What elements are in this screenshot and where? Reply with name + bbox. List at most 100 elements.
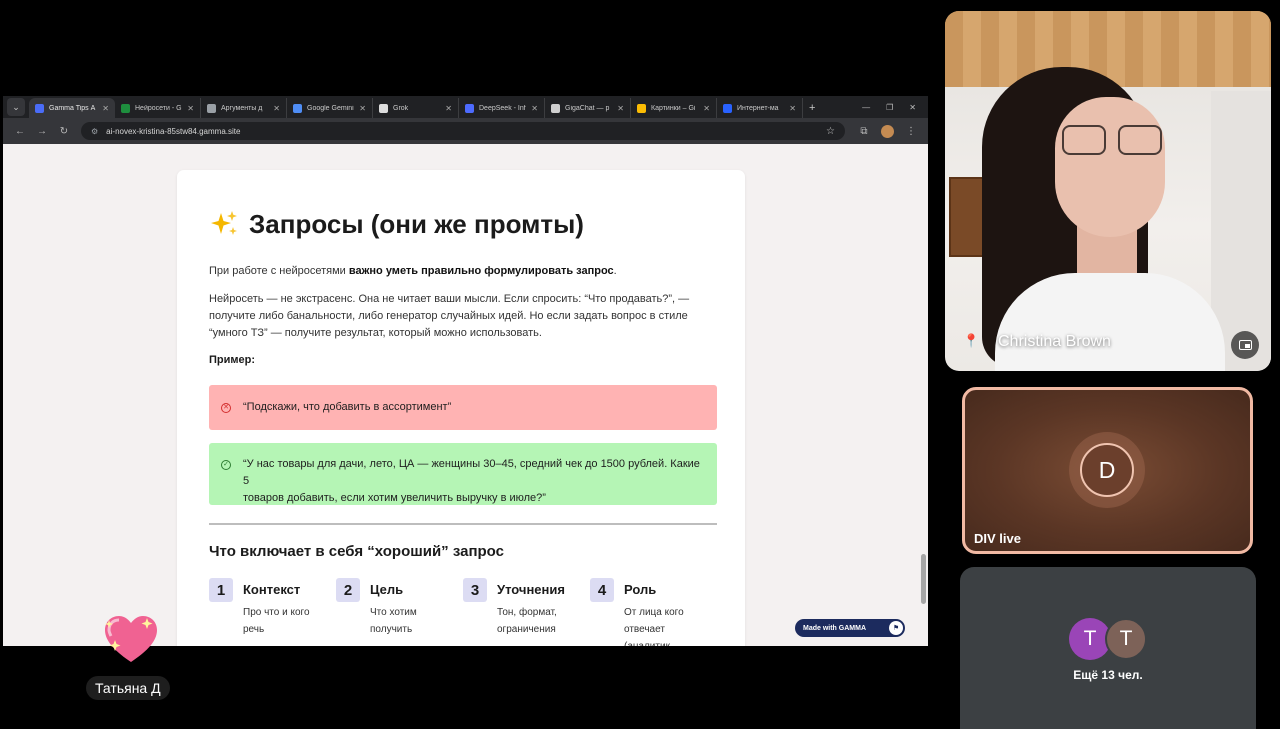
desc-line: отвечает	[624, 624, 665, 635]
tab-search-button[interactable]: ⌄	[7, 98, 25, 116]
intro-end-text: .	[613, 265, 617, 277]
paragraph-line: Нейросеть — не экстрасенс. Она не читает…	[209, 293, 690, 305]
close-tab-icon[interactable]: ✕	[617, 104, 624, 113]
component-item: 2 Цель Что хотим получить	[336, 578, 463, 646]
new-tab-button[interactable]: +	[809, 102, 815, 114]
globe-icon	[207, 103, 216, 113]
intro-bold-text: важно уметь правильно формулировать запр…	[348, 265, 614, 277]
error-circle-icon: ✕	[221, 402, 231, 413]
divider	[209, 523, 717, 525]
item-title: Контекст	[243, 582, 301, 597]
page-viewport[interactable]: Запросы (они же промты) При работе с ней…	[3, 144, 928, 646]
browser-tab[interactable]: Аргументы д ✕	[201, 98, 287, 118]
forward-icon[interactable]: →	[31, 126, 53, 137]
deepseek-icon	[465, 103, 474, 113]
grok-icon	[379, 103, 388, 113]
example-label: Пример:	[209, 354, 256, 366]
participant-video	[995, 273, 1225, 371]
close-tab-icon[interactable]: ✕	[273, 104, 280, 113]
browser-tab[interactable]: DeepSeek - Inf ✕	[459, 98, 545, 118]
made-with-gamma-badge[interactable]: Made with GAMMA ⚑	[795, 619, 905, 637]
close-tab-icon[interactable]: ✕	[102, 104, 109, 113]
sheets-icon	[121, 103, 130, 113]
tab-title: Grok	[393, 104, 409, 112]
intro-paragraph: При работе с нейросетями важно уметь пра…	[209, 263, 717, 280]
tab-title: GigaChat — р	[565, 104, 610, 112]
item-title: Роль	[624, 582, 657, 597]
made-with-text: Made with GAMMA	[803, 624, 866, 632]
participant-name: Christina Brown	[998, 333, 1111, 350]
minimize-icon[interactable]: —	[862, 103, 870, 112]
participant-name: DIV live	[974, 531, 1021, 546]
browser-tab[interactable]: Интернет-ма ✕	[717, 98, 803, 118]
gemini-icon	[293, 103, 302, 113]
browser-tab[interactable]: Картинки – Gi ✕	[631, 98, 717, 118]
item-number: 3	[463, 578, 487, 602]
page-scrollbar[interactable]	[921, 554, 926, 604]
slide-card: Запросы (они же промты) При работе с ней…	[177, 170, 745, 646]
close-tab-icon[interactable]: ✕	[445, 104, 452, 113]
sparkles-icon	[211, 211, 237, 235]
shared-browser-window: ⌄ Gamma Tips А ✕ Нейросети - G ✕ Аргументы д…	[3, 96, 928, 646]
pip-icon	[1238, 340, 1252, 350]
section-title: Что включает в себя “хороший” запрос	[209, 543, 504, 560]
url-field[interactable]: ⚙ ai-novex-kristina-85stw84.gamma.site ☆	[81, 122, 845, 140]
close-tab-icon[interactable]: ✕	[531, 104, 538, 113]
component-item: 3 Уточнения Тон, формат, ограничения	[463, 578, 590, 646]
reload-icon[interactable]: ↻	[53, 126, 75, 137]
flag-icon[interactable]: ⚑	[889, 621, 903, 635]
tabs: Gamma Tips А ✕ Нейросети - G ✕ Аргументы д ✕ G…	[29, 96, 803, 118]
bookmark-star-icon[interactable]: ☆	[826, 126, 835, 137]
desc-line: (аналитик,	[624, 638, 684, 646]
close-window-icon[interactable]: ✕	[909, 103, 916, 112]
tab-bar: ⌄ Gamma Tips А ✕ Нейросети - G ✕ Аргументы д…	[3, 96, 928, 118]
camera-background	[945, 11, 1271, 87]
participant-tile-div-live[interactable]: D DIV live	[962, 387, 1253, 554]
profile-avatar[interactable]	[881, 124, 894, 138]
component-item: 4 Роль От лица кого отвечает (аналитик,	[590, 578, 717, 646]
browser-tab[interactable]: GigaChat — р ✕	[545, 98, 631, 118]
picture-in-picture-button[interactable]	[1231, 331, 1259, 359]
more-participants-count: Ещё 13 чел.	[1073, 668, 1143, 682]
browser-tab[interactable]: Нейросети - G ✕	[115, 98, 201, 118]
item-description: Тон, формат, ограничения	[497, 604, 565, 638]
desc-line: Тон, формат,	[497, 607, 557, 618]
close-tab-icon[interactable]: ✕	[703, 104, 710, 113]
component-item: 1 Контекст Про что и кого речь	[209, 578, 336, 646]
menu-kebab-icon[interactable]: ⋮	[900, 126, 922, 137]
item-number: 2	[336, 578, 360, 602]
v-logo-icon	[723, 103, 732, 113]
check-circle-icon: ✓	[221, 460, 231, 470]
close-tab-icon[interactable]: ✕	[187, 104, 194, 113]
desc-line: ограничения	[497, 624, 556, 635]
participant-tile-christina[interactable]: 📍 Christina Brown	[945, 11, 1271, 371]
participant-video	[1118, 125, 1162, 155]
pin-icon[interactable]: 📍	[963, 333, 979, 349]
browser-tab[interactable]: Gamma Tips А ✕	[29, 98, 115, 118]
more-participants-tile[interactable]: T T Ещё 13 чел.	[960, 567, 1256, 729]
tab-title: DeepSeek - Inf	[479, 104, 526, 112]
good-example-line: “У нас товары для дачи, лето, ЦА — женщи…	[243, 458, 700, 487]
site-info-icon[interactable]: ⚙	[91, 127, 98, 136]
browser-tab[interactable]: Google Gemini ✕	[287, 98, 373, 118]
gamma-icon	[35, 103, 44, 113]
close-tab-icon[interactable]: ✕	[789, 104, 796, 113]
back-icon[interactable]: ←	[9, 126, 31, 137]
avatar: D	[1080, 443, 1134, 497]
desc-line: Что хотим	[370, 607, 417, 618]
address-bar: ← → ↻ ⚙ ai-novex-kristina-85stw84.gamma.…	[3, 118, 928, 144]
item-description: От лица кого отвечает (аналитик,	[624, 604, 684, 646]
item-description: Что хотим получить	[370, 604, 417, 638]
paragraph-line: “умного ТЗ” — получите результат, которы…	[209, 327, 542, 339]
participant-video	[1062, 125, 1106, 155]
desc-line: получить	[370, 624, 413, 635]
item-description: Про что и кого речь	[243, 604, 310, 638]
browser-tab[interactable]: Grok ✕	[373, 98, 459, 118]
desc-line: речь	[243, 624, 265, 635]
sparkling-heart-icon	[105, 616, 157, 662]
extensions-icon[interactable]: ⧉	[853, 126, 875, 137]
item-title: Уточнения	[497, 582, 565, 597]
close-tab-icon[interactable]: ✕	[359, 104, 366, 113]
slide-title: Запросы (они же промты)	[209, 204, 717, 244]
maximize-icon[interactable]: ❐	[886, 103, 893, 112]
